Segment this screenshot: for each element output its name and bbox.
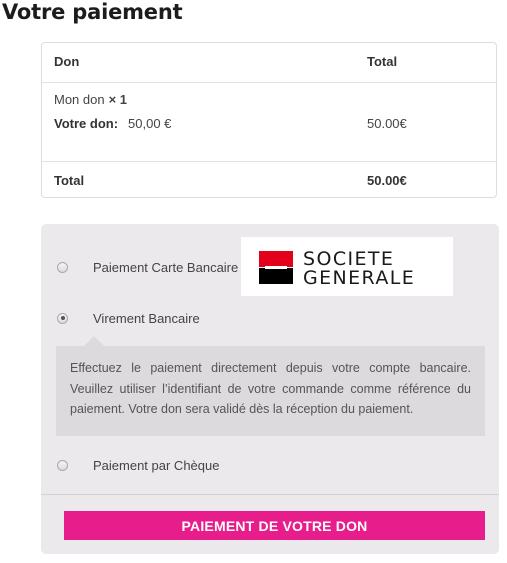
- item-meta-value: 50,00 €: [128, 116, 172, 131]
- table-header-row: Don Total: [42, 43, 496, 83]
- divider: [41, 494, 499, 495]
- radio-cheque[interactable]: [57, 459, 68, 471]
- payment-method-cheque[interactable]: Paiement par Chèque: [57, 456, 219, 474]
- order-total-value: 50.00€: [367, 173, 407, 188]
- order-review-table: Don Total Mon don × 1 Votre don: 50,00 € 5…: [41, 42, 497, 198]
- radio-transfer[interactable]: [57, 312, 68, 324]
- payment-method-transfer[interactable]: Virement Bancaire: [57, 309, 200, 327]
- item-total: 50.00€: [367, 116, 407, 131]
- logo-text-line2: GENERALE: [303, 267, 416, 289]
- payment-method-card[interactable]: Paiement Carte Bancaire: [57, 258, 238, 276]
- payment-methods-panel: Paiement Carte Bancaire SOCIETE GENERALE…: [41, 224, 499, 554]
- item-meta-label: Votre don:: [54, 116, 119, 131]
- payment-method-description: Effectuez le paiement directement depuis…: [56, 336, 485, 436]
- payment-method-cheque-label: Paiement par Chèque: [93, 457, 220, 473]
- radio-card[interactable]: [57, 261, 68, 273]
- payment-method-transfer-label: Virement Bancaire: [93, 310, 200, 326]
- item-quantity: × 1: [108, 92, 128, 107]
- submit-donation-button[interactable]: PAIEMENT DE VOTRE DON: [64, 511, 485, 540]
- item-name-line: Mon don × 1: [54, 92, 127, 107]
- item-meta: Votre don: 50,00 €: [54, 116, 171, 131]
- page-title: Votre paiement: [2, 0, 183, 24]
- payment-method-card-label: Paiement Carte Bancaire: [93, 259, 239, 275]
- societe-generale-logo: SOCIETE GENERALE: [241, 237, 453, 296]
- order-total-row: Total 50.00€: [42, 161, 496, 199]
- column-header-total: Total: [367, 54, 398, 69]
- item-name: Mon don: [54, 92, 105, 107]
- societe-generale-emblem-icon: [259, 251, 293, 284]
- order-total-label: Total: [54, 173, 85, 188]
- column-header-don: Don: [54, 54, 80, 69]
